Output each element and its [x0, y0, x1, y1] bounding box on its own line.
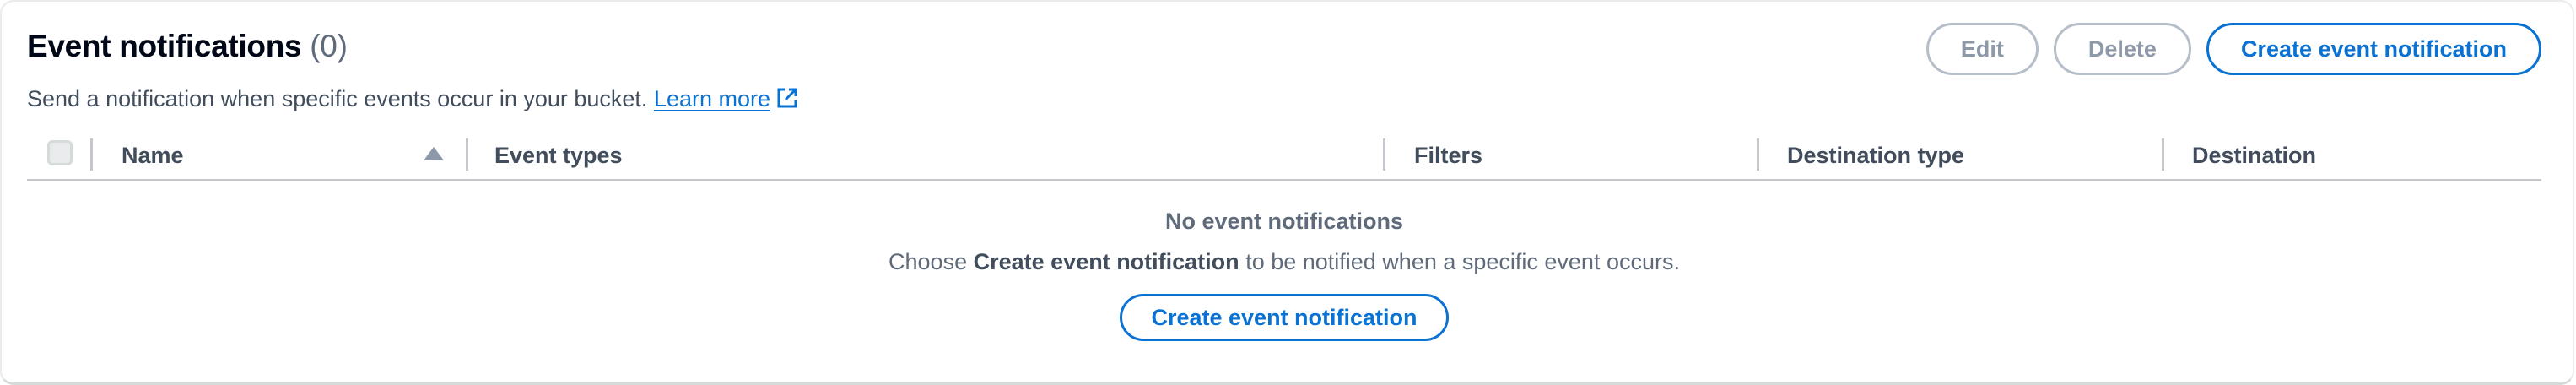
- column-divider[interactable]: [2162, 138, 2164, 171]
- description-text: Send a notification when specific events…: [27, 86, 648, 111]
- table-header: Name Event types Filters Destination typ…: [27, 133, 2541, 181]
- empty-desc-before: Choose: [888, 249, 968, 274]
- empty-desc-bold: Create event notification: [973, 249, 1239, 274]
- empty-state-title: No event notifications: [1164, 209, 1404, 234]
- event-notifications-panel: Event notifications (0) Send a notificat…: [0, 0, 2574, 385]
- title-text: Event notifications: [27, 29, 302, 63]
- title-count: (0): [310, 29, 348, 63]
- empty-desc-after: to be notified when a specific event occ…: [1245, 249, 1680, 274]
- empty-state: No event notifications Choose Create eve…: [27, 204, 2541, 341]
- panel-description: Send a notification when specific events…: [27, 86, 799, 112]
- page-title: Event notifications (0): [27, 29, 348, 64]
- column-divider[interactable]: [466, 138, 468, 171]
- column-divider[interactable]: [1383, 138, 1385, 171]
- column-divider[interactable]: [90, 138, 93, 171]
- column-header-filters[interactable]: Filters: [1414, 133, 1482, 177]
- sort-ascending-icon[interactable]: [424, 147, 444, 160]
- header-actions: Edit Delete Create event notification: [1925, 23, 2541, 75]
- empty-state-description: Choose Create event notification to be n…: [27, 245, 2541, 279]
- delete-button[interactable]: Delete: [2053, 23, 2191, 75]
- column-divider[interactable]: [1757, 138, 1759, 171]
- column-header-destination[interactable]: Destination: [2192, 133, 2316, 177]
- select-all-checkbox[interactable]: [47, 140, 73, 165]
- column-header-destination-type[interactable]: Destination type: [1787, 133, 1964, 177]
- create-event-notification-button[interactable]: Create event notification: [2206, 23, 2541, 75]
- learn-more-label: Learn more: [653, 86, 771, 111]
- panel-header: Event notifications (0) Send a notificat…: [27, 23, 2541, 118]
- learn-more-link[interactable]: Learn more: [654, 86, 799, 111]
- empty-create-event-notification-button[interactable]: Create event notification: [1120, 294, 1449, 341]
- edit-button[interactable]: Edit: [1925, 23, 2039, 75]
- external-link-icon: [777, 88, 797, 108]
- empty-state-actions: Create event notification: [27, 294, 2541, 341]
- column-header-name[interactable]: Name: [122, 133, 184, 177]
- column-header-event-types[interactable]: Event types: [494, 133, 623, 177]
